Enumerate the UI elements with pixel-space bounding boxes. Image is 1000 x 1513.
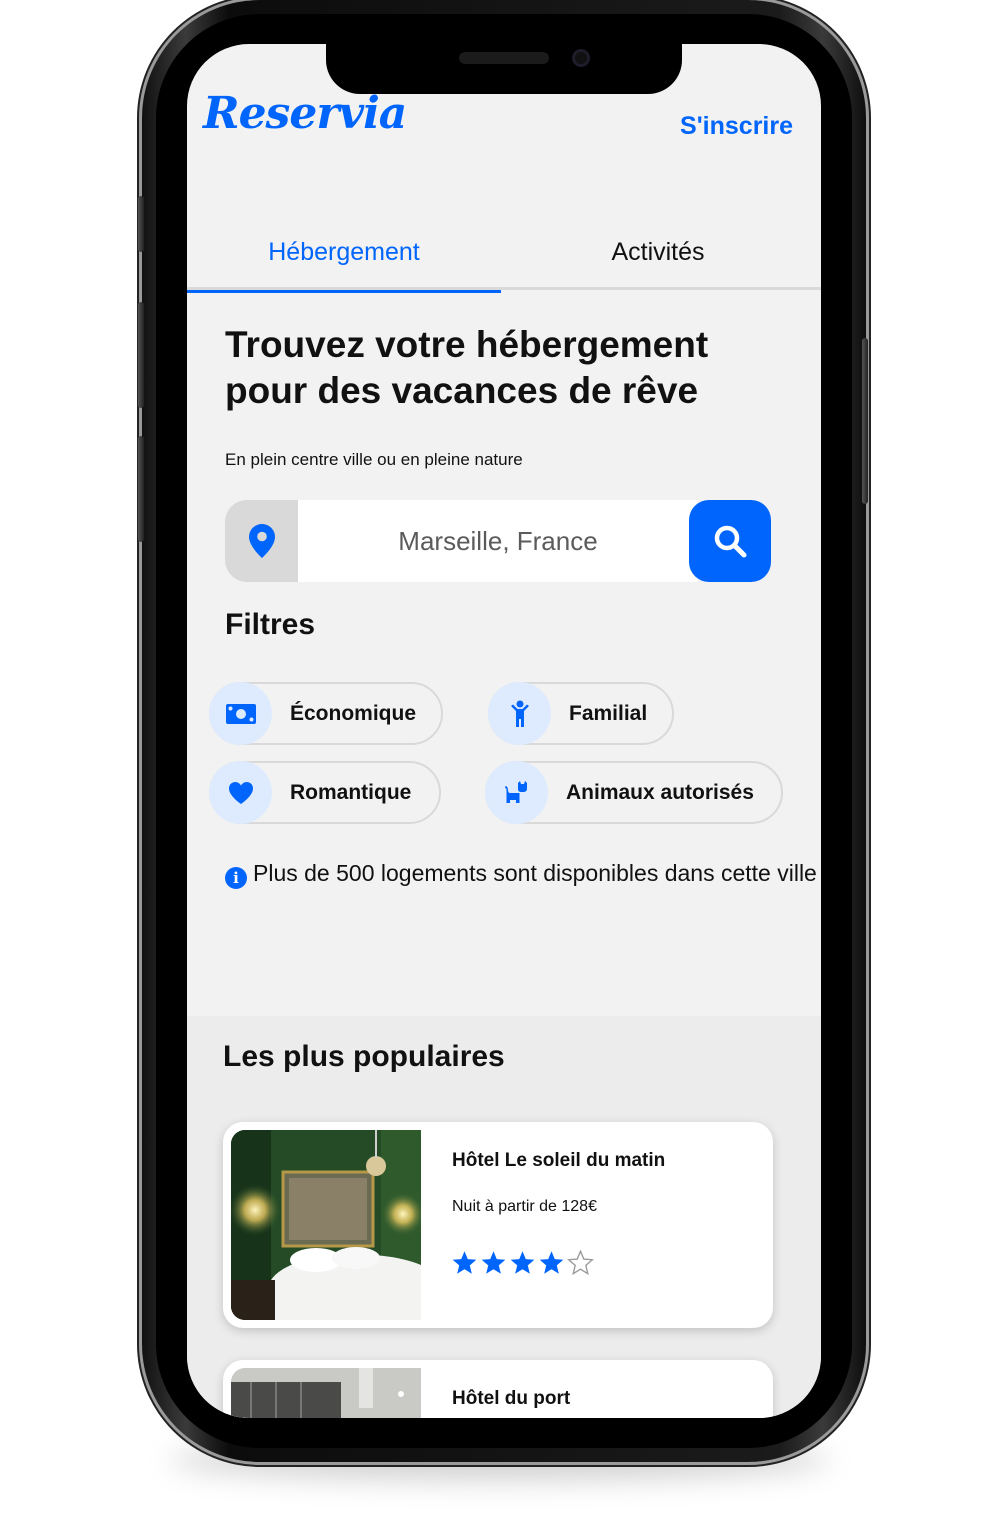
filter-label: Animaux autorisés	[566, 780, 754, 804]
phone-screen: Reservia S'inscrire Hébergement Activité…	[187, 44, 821, 1418]
filter-label: Romantique	[290, 780, 412, 804]
availability-text: Plus de 500 logements sont disponibles d…	[253, 860, 817, 886]
filter-label: Économique	[290, 701, 417, 725]
filter-economique[interactable]: Économique	[209, 682, 443, 745]
filters-heading: Filtres	[225, 608, 316, 641]
hotel-name: Hôtel du port	[452, 1388, 571, 1409]
page-title-line1: Trouvez votre hébergement	[225, 324, 709, 365]
volume-down-button	[138, 436, 144, 542]
app-logo[interactable]: Reservia	[203, 88, 407, 139]
child-icon	[488, 682, 551, 745]
speaker-grille	[459, 52, 549, 64]
mute-switch	[138, 196, 144, 252]
hotel-name: Hôtel Le soleil du matin	[452, 1150, 666, 1171]
hotel-price: Nuit à partir de 128€	[452, 1198, 597, 1215]
page-subtitle: En plein centre ville ou en pleine natur…	[225, 450, 523, 469]
tab-hebergement[interactable]: Hébergement	[187, 214, 501, 293]
filter-animaux-autorises[interactable]: Animaux autorisés	[485, 761, 783, 824]
dog-icon	[485, 761, 548, 824]
hotel-card[interactable]: Hôtel du port	[223, 1360, 773, 1418]
tab-activites[interactable]: Activités	[501, 214, 815, 290]
page-title-line2: pour des vacances de rêve	[225, 370, 699, 411]
hotel-photo	[231, 1130, 421, 1320]
hotel-photo	[231, 1368, 421, 1418]
signup-link[interactable]: S'inscrire	[680, 112, 793, 141]
tab-bar: Hébergement Activités	[187, 214, 821, 293]
filter-label: Familial	[569, 701, 648, 725]
phone-notch	[326, 44, 682, 94]
info-icon: i	[225, 867, 247, 889]
filter-romantique[interactable]: Romantique	[209, 761, 441, 824]
popular-heading: Les plus populaires	[223, 1040, 505, 1073]
power-button	[862, 338, 868, 504]
star-filled-icon	[481, 1251, 506, 1274]
volume-up-button	[138, 302, 144, 408]
map-pin-icon	[225, 500, 298, 582]
star-empty-icon	[567, 1250, 594, 1276]
search-icon	[714, 525, 747, 558]
search-bar	[225, 500, 771, 582]
hotel-rating	[451, 1250, 594, 1276]
star-filled-icon	[510, 1251, 535, 1274]
front-camera	[572, 49, 590, 67]
star-filled-icon	[452, 1251, 477, 1274]
popular-section: Les plus populaires Hôtel Le soleil du m…	[187, 1016, 821, 1418]
page-title: Trouvez votre hébergement pour des vacan…	[225, 322, 785, 414]
money-bill-icon	[209, 682, 272, 745]
hotel-card[interactable]: Hôtel Le soleil du matin Nuit à partir d…	[223, 1122, 773, 1328]
star-filled-icon	[539, 1251, 564, 1274]
search-input[interactable]	[298, 500, 698, 582]
filter-familial[interactable]: Familial	[488, 682, 674, 745]
search-button[interactable]	[689, 500, 771, 582]
availability-info: i Plus de 500 logements sont disponibles …	[225, 852, 821, 894]
heart-icon	[209, 761, 272, 824]
